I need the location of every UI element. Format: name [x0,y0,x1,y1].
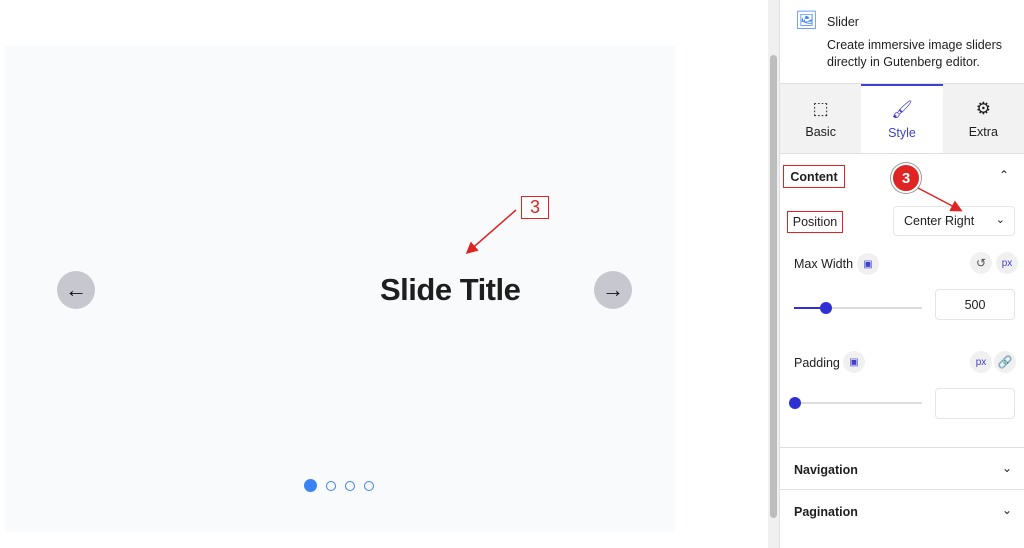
responsive-device-icon[interactable]: ▣ [857,253,879,275]
label-text: Position [792,215,838,229]
padding-input[interactable] [935,388,1015,419]
slider-block[interactable] [5,45,675,532]
tab-label: Extra [968,124,998,139]
next-arrow-button[interactable]: → [594,271,632,309]
panel-title: Navigation [794,463,858,477]
content-section-toggle[interactable]: Content [783,165,845,188]
responsive-device-icon[interactable]: ▣ [843,351,865,373]
annotation-label: 3 [521,196,549,219]
tab-basic[interactable]: ⬚ Basic [780,84,862,153]
arrow-right-icon: → [602,277,624,302]
canvas-scrollbar[interactable] [768,0,779,548]
position-label: Position [787,211,843,233]
tab-label: Basic [805,124,836,139]
navigation-panel[interactable]: Navigation ⌄ [779,447,1024,489]
chevron-down-icon: ⌄ [1001,461,1012,475]
max-width-slider[interactable] [794,302,922,314]
pagination-dot-1[interactable] [304,479,317,492]
link-icon[interactable]: 🔗 [994,351,1016,373]
position-select[interactable]: Center Right ⌄ [893,206,1015,236]
slider-image-icon: 🖼 [795,10,818,30]
block-description: Create immersive image sliders directly … [827,38,1003,69]
pagination-dot-4[interactable] [364,480,374,491]
panel-title: Pagination [794,505,858,519]
chevron-down-icon: ⌄ [995,214,1005,226]
max-width-label: Max Width [794,257,854,271]
slider-handle[interactable] [820,302,832,314]
pagination-dot-2[interactable] [326,480,336,491]
tabs: ⬚ Basic 🖌 Style ⚙ Extra [780,84,1024,154]
block-card: 🖼 Slider Create immersive image sliders … [780,0,1024,84]
prev-arrow-button[interactable]: ← [57,271,95,309]
block-name: Slider [827,15,859,29]
cursor-select-icon: ⬚ [812,98,829,118]
padding-slider[interactable] [789,397,922,409]
padding-label: Padding [794,356,840,370]
slider-handle[interactable] [789,397,801,409]
tab-style[interactable]: 🖌 Style [861,84,943,153]
editor-canvas: ← → Slide Title 3 [0,0,768,548]
tab-label: Style [888,125,916,140]
annotation-badge: 3 [891,163,921,193]
scrollbar-thumb[interactable] [770,55,777,518]
max-width-input[interactable]: 500 [935,289,1015,320]
select-value: Center Right [904,214,975,228]
tab-extra[interactable]: ⚙ Extra [942,84,1024,153]
pagination-dots [304,479,374,492]
chevron-down-icon: ⌄ [1001,503,1012,517]
gear-icon: ⚙ [975,98,991,118]
section-title: Content [790,169,838,184]
unit-toggle[interactable]: px [970,351,992,373]
arrow-left-icon: ← [65,277,87,302]
pagination-dot-3[interactable] [345,480,355,491]
reset-icon[interactable]: ↺ [970,252,992,274]
pagination-panel[interactable]: Pagination ⌄ [779,489,1024,531]
slide-title[interactable]: Slide Title [380,272,521,308]
paintbrush-icon: 🖌 [891,99,913,119]
unit-toggle[interactable]: px [996,252,1018,274]
chevron-up-icon[interactable]: ⌃ [999,168,1009,182]
